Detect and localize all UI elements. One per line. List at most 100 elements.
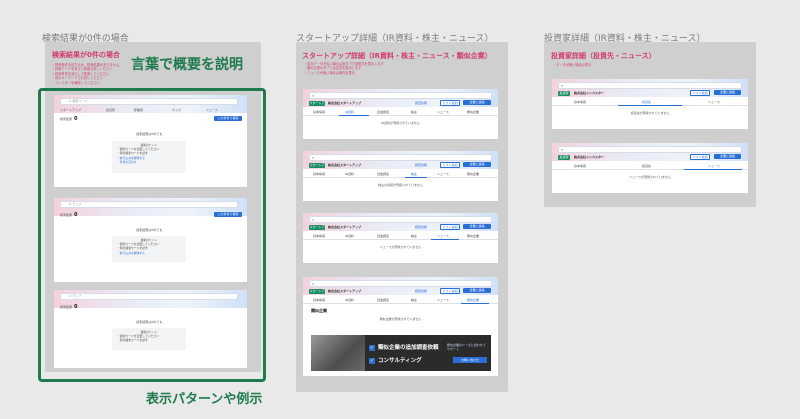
request-research-link[interactable]: 調査依頼 [415,163,427,167]
search-input-text: Q ラップ [69,202,82,206]
contact-company-button[interactable]: 企業に連絡 [714,154,741,159]
search-input[interactable]: ⌕ [309,92,492,99]
add-to-list-button[interactable]: リスト追加 [440,224,460,230]
search-tab-size[interactable]: サイズ [172,108,181,112]
save-search-button[interactable]: この条件で保存 [214,212,242,217]
tab-similar[interactable]: 類似企業 [467,234,479,238]
empty-message: 検索結果は0件です。 [136,320,165,324]
search-input[interactable]: ⌕ [558,146,742,153]
add-to-list-button[interactable]: リスト追加 [440,162,460,168]
add-to-list-button[interactable]: リスト追加 [440,100,460,106]
tab-funding[interactable]: 資金調達 [377,110,389,114]
detail-tabs: 基本情報 IR資料 資金調達 株主 ニュース 類似企業 [303,232,498,240]
search-input[interactable]: Q ラップ [60,293,238,300]
search-icon: ⌕ [561,83,564,88]
frame-title-search: 検索結果が0件の場合 [52,51,120,59]
tab-investments[interactable]: 投資先 [642,164,651,168]
result-count: 0 [74,212,78,218]
tab-basic[interactable]: 基本情報 [313,298,325,302]
search-input[interactable]: Q ラップ [60,201,238,208]
search-tab-wholesale[interactable]: 卸業者 [134,108,143,112]
tab-news[interactable]: ニュース [437,110,449,114]
check-icon: ✓ [369,344,375,351]
search-hint-box: 検索のヒント ・検索ワードを変更してください ・別の検索ワードを試す ・絞り込み… [112,236,186,262]
search-tab-startup[interactable]: スタートアップ [60,108,81,112]
tab-news[interactable]: ニュース [708,100,720,104]
tab-basic[interactable]: 基本情報 [574,100,586,104]
contact-company-button[interactable]: 企業に連絡 [463,224,491,229]
search-input[interactable]: ⌕ [309,216,492,223]
contact-company-button[interactable]: 企業に連絡 [463,162,491,167]
request-research-link[interactable]: 調査依頼 [415,225,427,229]
add-to-list-button[interactable]: リスト追加 [690,90,710,96]
startup-detail-card: ⌕ スタートアップ 株式会社スタートアップ 調査依頼 リスト追加 企業に連絡 基… [303,89,498,139]
tab-news[interactable]: ニュース [708,164,720,168]
tab-shareholders[interactable]: 株主 [411,298,417,302]
empty-message: IR資料が登録されていません [381,121,420,125]
tab-ir[interactable]: IR資料 [345,234,354,238]
empty-message: 検索結果は0件です。 [136,228,165,232]
active-tab-indicator [618,105,682,106]
detail-tabs: 基本情報 投資先 ニュース [552,162,748,170]
contact-company-button[interactable]: 企業に連絡 [463,100,491,105]
request-research-link[interactable]: 調査依頼 [415,101,427,105]
search-input[interactable]: ⌕ [309,154,492,161]
tab-basic[interactable]: 基本情報 [313,234,325,238]
search-tab-news[interactable]: ニュース [206,108,218,112]
add-to-list-button[interactable]: リスト追加 [440,288,460,294]
category-badge: スタートアップ [309,101,325,110]
tab-funding[interactable]: 資金調達 [377,172,389,176]
category-badge: 投資家 [558,155,570,160]
category-badge: 投資家 [558,91,570,96]
frame-title-startup: スタートアップ詳細（IR資料・株主・ニュース・類似企業） [302,52,492,60]
tab-ir[interactable]: IR資料 [345,110,354,114]
tab-funding[interactable]: 資金調達 [377,234,389,238]
consulting-ad-banner[interactable]: ✓ 類似企業の追加調査依頼 ✓ コンサルティング 類似企業のニーズに合わせてサポート… [311,335,491,371]
tab-shareholders[interactable]: 株主 [411,234,417,238]
search-icon: ⌕ [312,93,315,98]
save-search-button[interactable]: この条件で保存 [214,116,242,121]
tab-funding[interactable]: 資金調達 [377,298,389,302]
result-count-label: 検索結果 [60,117,73,121]
tab-similar[interactable]: 類似企業 [467,110,479,114]
detail-tabs: 基本情報 IR資料 資金調達 株主 ニュース 類似企業 [303,108,498,116]
tab-shareholders[interactable]: 株主 [411,172,417,176]
hint-link[interactable]: ・条件を見直す [117,160,181,164]
tab-news[interactable]: ニュース [437,172,449,176]
add-to-list-button[interactable]: リスト追加 [690,154,710,160]
tab-basic[interactable]: 基本情報 [313,110,325,114]
tab-similar[interactable]: 類似企業 [467,298,479,302]
tab-news[interactable]: ニュース [437,298,449,302]
category-badge: スタートアップ [309,163,325,172]
frame-notes-startup: ・該当データがない場合は各タブで説明文を表示します ・類似企業のタブでは広告を表… [304,62,454,75]
tab-ir[interactable]: IR資料 [345,298,354,302]
detail-tabs: 基本情報 IR資料 資金調達 株主 ニュース 類似企業 [303,170,498,178]
request-research-link[interactable]: 調査依頼 [415,289,427,293]
ad-photo [311,335,365,371]
contact-company-button[interactable]: 企業に連絡 [714,90,741,95]
result-count-label: 検索結果 [60,213,73,217]
hint-link[interactable]: ・絞り込みを解除する [117,251,181,255]
empty-message: 類似企業が登録されていません [379,317,422,321]
search-input[interactable]: ⌕ [309,280,492,287]
search-input[interactable]: ⌕ [558,82,742,89]
contact-company-button[interactable]: 企業に連絡 [463,288,491,293]
callout-patterns: 表示パターンや例示 [146,392,263,407]
tab-shareholders[interactable]: 株主 [411,110,417,114]
tab-basic[interactable]: 基本情報 [313,172,325,176]
search-icon: ⌕ [312,281,315,286]
tab-news[interactable]: ニュース [437,234,449,238]
tab-similar[interactable]: 類似企業 [467,172,479,176]
active-tab-indicator [339,115,369,116]
ad-cta-button[interactable]: お問い合わせ [453,357,487,363]
tab-ir[interactable]: IR資料 [345,172,354,176]
ad-line-1: ✓ 類似企業の追加調査依頼 [369,344,439,351]
tab-investments[interactable]: 投資先 [642,100,651,104]
search-input[interactable]: Q 検索ワード [60,98,238,105]
tab-basic[interactable]: 基本情報 [574,164,586,168]
search-tab-investor[interactable]: 投資家 [106,108,115,112]
search-hint-box: 検索のヒント ・検索ワードを変更してください ・別の検索ワードを試す [112,328,186,350]
category-badge: スタートアップ [309,289,325,298]
company-name: 株式会社スタートアップ [328,289,362,293]
detail-tabs: 基本情報 投資先 ニュース [552,98,748,106]
